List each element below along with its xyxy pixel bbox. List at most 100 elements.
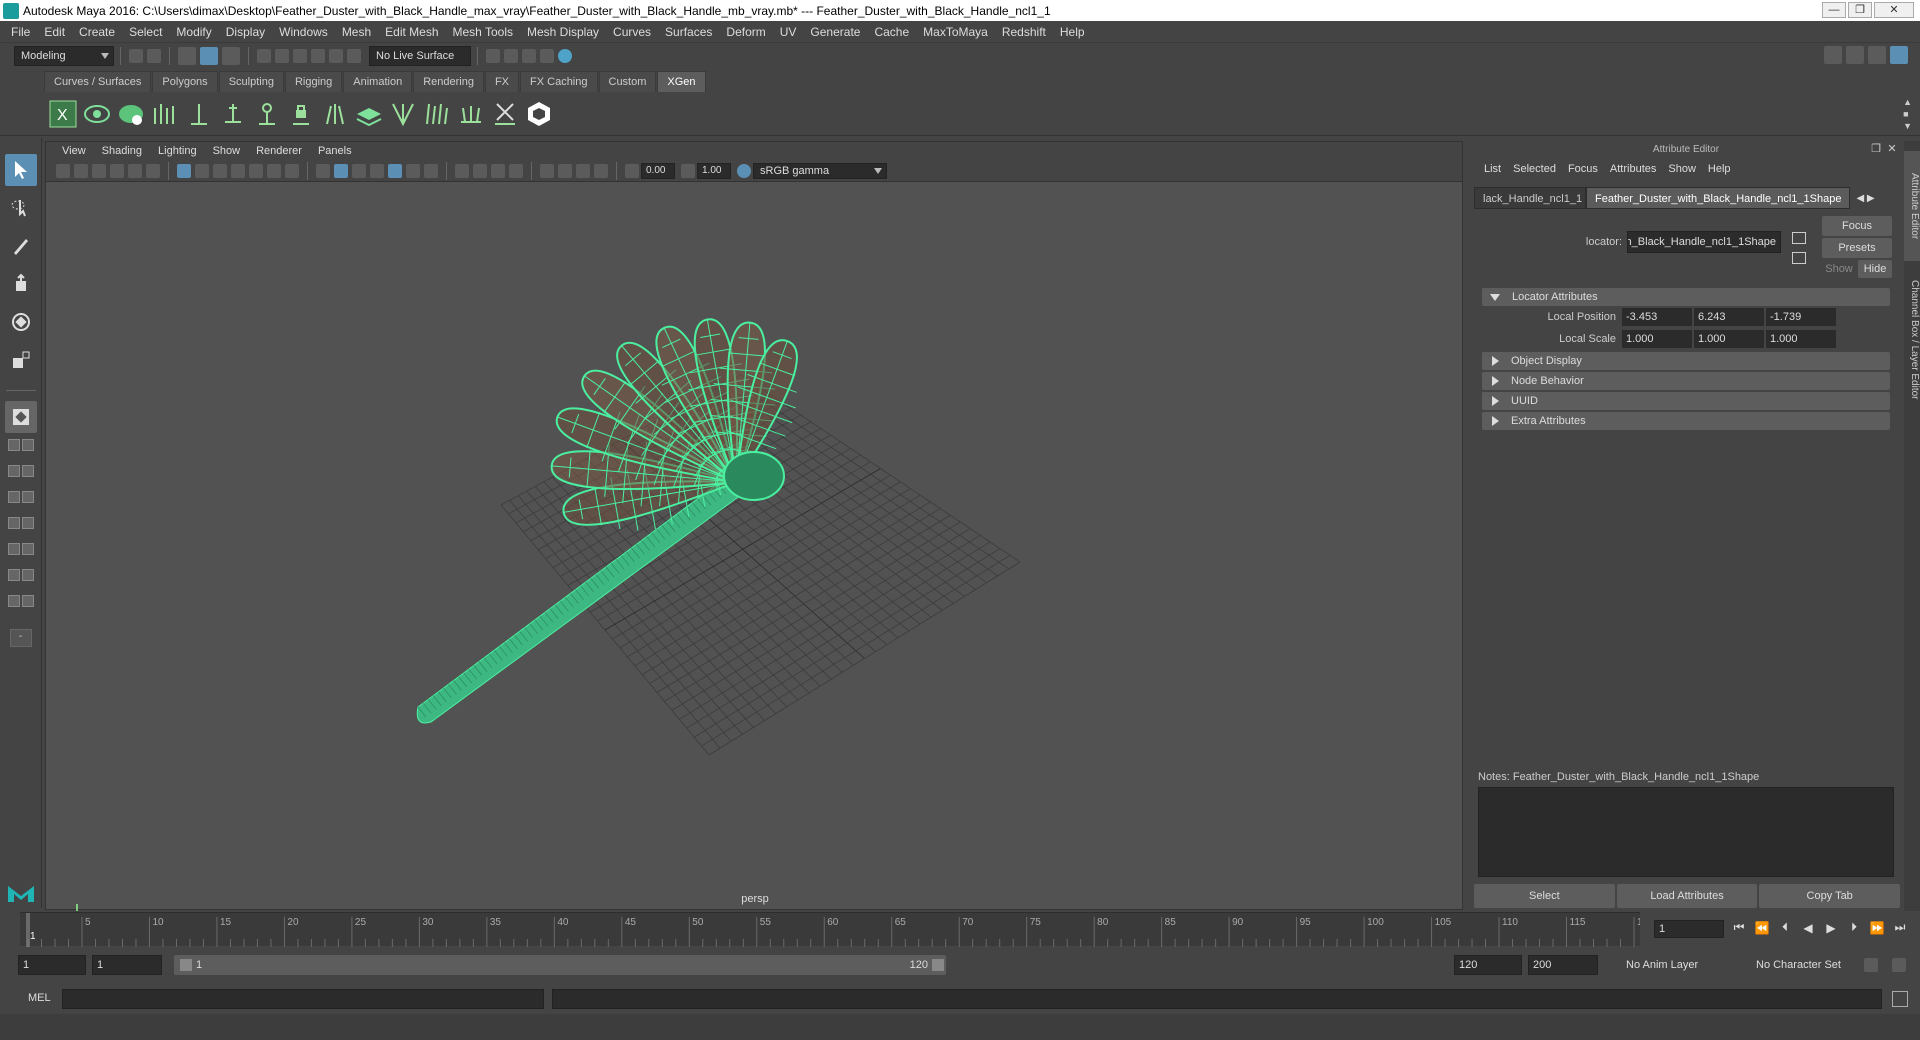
open-scene-icon[interactable] [129,48,143,63]
animation-preferences-icon[interactable] [1892,958,1906,972]
camera-attributes-icon[interactable] [56,163,70,178]
select-component-icon[interactable] [222,46,240,65]
xgen-cut-icon[interactable] [422,98,452,130]
step-forward-frame-icon[interactable]: ⏵ [1845,920,1863,935]
tab-shape-node[interactable]: Feather_Duster_with_Black_Handle_ncl1_1S… [1586,187,1851,209]
menu-mesh[interactable]: Mesh [335,25,378,39]
menu-surfaces[interactable]: Surfaces [658,25,719,39]
wireframe-on-shaded-icon[interactable] [370,163,384,178]
layout-graph-editor[interactable] [7,517,35,535]
mel-label[interactable]: MEL [28,992,51,1004]
xray-components-icon[interactable] [594,163,608,178]
section-locator-attributes[interactable]: Locator Attributes [1482,288,1890,306]
xgen-editor-icon[interactable]: X [48,98,78,130]
shelf-tab-curves-surfaces[interactable]: Curves / Surfaces [44,71,152,92]
playback-end-field[interactable]: 120 [1454,955,1522,975]
shelf-tab-fx[interactable]: FX [484,71,520,92]
ae-menu-help[interactable]: Help [1702,163,1737,175]
gate-mask-icon[interactable] [231,163,245,178]
use-all-lights-icon[interactable] [406,163,420,178]
more-layouts-icon[interactable]: - [9,629,32,647]
layout-node-editor[interactable] [7,569,35,587]
isolate-select-icon[interactable] [540,163,554,178]
lasso-tool-icon[interactable] [5,192,37,224]
xray-joints-icon[interactable] [576,163,590,178]
menu-cache[interactable]: Cache [867,25,916,39]
select-hierarchy-icon[interactable] [178,46,196,65]
paint-select-tool-icon[interactable] [5,230,37,262]
grid-toggle-icon[interactable] [177,163,191,178]
resolution-gate-icon[interactable] [213,163,227,178]
color-management-icon[interactable] [737,163,751,178]
snap-point-icon[interactable] [293,48,307,63]
shelf-tab-rigging[interactable]: Rigging [284,71,343,92]
shelf-tab-xgen[interactable]: XGen [657,71,706,92]
section-object-display[interactable]: Object Display [1482,352,1890,370]
load-attributes-button[interactable]: Load Attributes [1616,884,1758,908]
time-slider-track[interactable]: 1 5 10 15 20 25 30 35 40 45 50 55 60 65 70 75 80 85 90 95 10… [20,912,1654,947]
snap-grid-icon[interactable] [257,48,271,63]
layout-outliner-persp[interactable] [7,491,35,509]
input-connections-icon[interactable] [1792,232,1806,244]
local-position-y-field[interactable]: 6.243 [1694,308,1764,326]
anim-layer-dropdown[interactable]: No Anim Layer [1620,955,1740,975]
menu-help[interactable]: Help [1053,25,1092,39]
motion-blur-icon[interactable] [473,163,487,178]
local-scale-x-field[interactable]: 1.000 [1622,330,1692,348]
menu-uv[interactable]: UV [773,25,804,39]
presets-button[interactable]: Presets [1822,238,1892,258]
layout-uv-editor[interactable] [7,595,35,613]
auto-key-icon[interactable] [1864,958,1878,972]
grease-pencil-icon[interactable] [146,163,160,178]
range-bar[interactable]: 1 120 [174,955,946,975]
scale-tool-icon[interactable] [5,344,37,376]
menu-deform[interactable]: Deform [719,25,772,39]
view-transform-dropdown[interactable]: sRGB gamma [753,162,887,179]
render-settings-icon[interactable] [522,48,536,63]
script-editor-icon[interactable] [1892,991,1908,1007]
notes-textarea[interactable] [1478,787,1894,877]
wireframe-icon[interactable] [316,163,330,178]
layout-four-panes[interactable] [7,439,35,457]
character-set-dropdown[interactable]: No Character Set [1750,955,1870,975]
menu-mesh-tools[interactable]: Mesh Tools [446,25,520,39]
menu-generate[interactable]: Generate [803,25,867,39]
section-node-behavior[interactable]: Node Behavior [1482,372,1890,390]
default-material-icon[interactable] [352,163,366,178]
go-to-start-icon[interactable]: ⏮ [1730,920,1748,935]
depth-of-field-icon[interactable] [509,163,523,178]
step-back-frame-icon[interactable]: ⏴ [1776,920,1794,935]
xray-icon[interactable] [558,163,572,178]
shelf-tab-animation[interactable]: Animation [343,71,413,92]
ae-menu-show[interactable]: Show [1662,163,1702,175]
close-button[interactable]: ✕ [1874,2,1914,18]
local-scale-y-field[interactable]: 1.000 [1694,330,1764,348]
gamma-icon[interactable] [681,163,695,178]
tab-transform-node[interactable]: lack_Handle_ncl1_1 [1474,187,1586,209]
layout-two-panes[interactable] [7,465,35,483]
render-sphere-icon[interactable] [558,48,572,63]
select-tool-icon[interactable] [4,154,37,186]
menu-select[interactable]: Select [122,25,169,39]
menu-windows[interactable]: Windows [272,25,335,39]
select-button[interactable]: Select [1474,884,1615,908]
tab-attribute-editor[interactable]: Attribute Editor [1904,151,1920,261]
bookmark-icon[interactable] [92,163,106,178]
xgen-layers-icon[interactable] [354,98,384,130]
menu-set-dropdown[interactable]: Modeling [14,45,114,66]
animation-end-field[interactable]: 200 [1528,955,1598,975]
viewport-canvas[interactable]: persp [46,182,1464,925]
vp-menu-renderer[interactable]: Renderer [248,145,310,157]
2d-pan-zoom-icon[interactable] [128,163,142,178]
vp-menu-show[interactable]: Show [205,145,249,157]
command-input[interactable] [62,989,544,1009]
menu-curves[interactable]: Curves [606,25,658,39]
ae-menu-list[interactable]: List [1478,163,1507,175]
shelf-tab-rendering[interactable]: Rendering [413,71,484,92]
range-start-handle[interactable] [180,959,192,971]
xgen-guides-icon[interactable] [150,98,180,130]
shelf-tab-fx-caching[interactable]: FX Caching [520,71,598,92]
menu-edit[interactable]: Edit [37,25,72,39]
field-chart-icon[interactable] [249,163,263,178]
move-tool-icon[interactable] [5,268,37,300]
